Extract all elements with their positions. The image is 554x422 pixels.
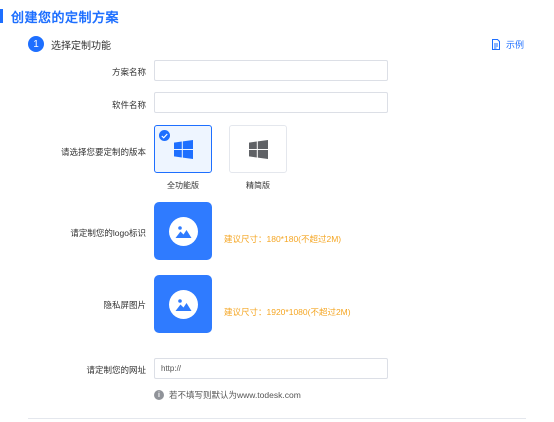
check-icon xyxy=(159,130,170,141)
step-number-badge: 1 xyxy=(28,36,44,52)
privacy-screen-size-hint: 建议尺寸：1920*1080(不超过2M) xyxy=(224,307,351,317)
logo-label: 请定制您的logo标识 xyxy=(70,228,146,238)
plan-name-label: 方案名称 xyxy=(111,67,146,77)
windows-logo-icon xyxy=(248,139,268,159)
version-label: 请选择您要定制的版本 xyxy=(60,147,146,157)
plan-name-input[interactable] xyxy=(154,60,388,81)
section-divider xyxy=(28,418,526,419)
website-info: i 若不填写则默认为www.todesk.com xyxy=(154,389,301,401)
website-label: 请定制您的网址 xyxy=(86,365,146,375)
title-accent-bar xyxy=(0,9,3,23)
privacy-screen-upload-button[interactable] xyxy=(154,275,212,333)
software-name-label: 软件名称 xyxy=(111,100,146,110)
step-indicator: 1 选择定制功能 xyxy=(28,36,111,52)
image-upload-icon xyxy=(168,289,198,319)
step-label: 选择定制功能 xyxy=(51,40,111,52)
example-link-label: 示例 xyxy=(505,40,524,50)
image-upload-icon xyxy=(168,216,198,246)
windows-logo-icon xyxy=(173,139,193,159)
example-link[interactable]: 示例 xyxy=(491,38,524,51)
software-name-input[interactable] xyxy=(154,92,388,113)
page-title: 创建您的定制方案 xyxy=(11,9,120,25)
info-icon: i xyxy=(154,390,164,400)
logo-upload-button[interactable] xyxy=(154,202,212,260)
version-option-lite-label: 精简版 xyxy=(246,181,270,190)
logo-size-hint: 建议尺寸：180*180(不超过2M) xyxy=(224,234,342,244)
website-input[interactable]: http:// xyxy=(154,358,388,379)
page-header: 创建您的定制方案 xyxy=(0,8,120,25)
version-option-full-label: 全功能版 xyxy=(167,181,199,190)
website-info-text: 若不填写则默认为www.todesk.com xyxy=(169,390,301,400)
version-option-lite[interactable] xyxy=(229,125,287,173)
privacy-screen-label: 隐私屏图片 xyxy=(103,300,146,310)
version-option-full[interactable] xyxy=(154,125,212,173)
document-icon xyxy=(491,39,500,50)
